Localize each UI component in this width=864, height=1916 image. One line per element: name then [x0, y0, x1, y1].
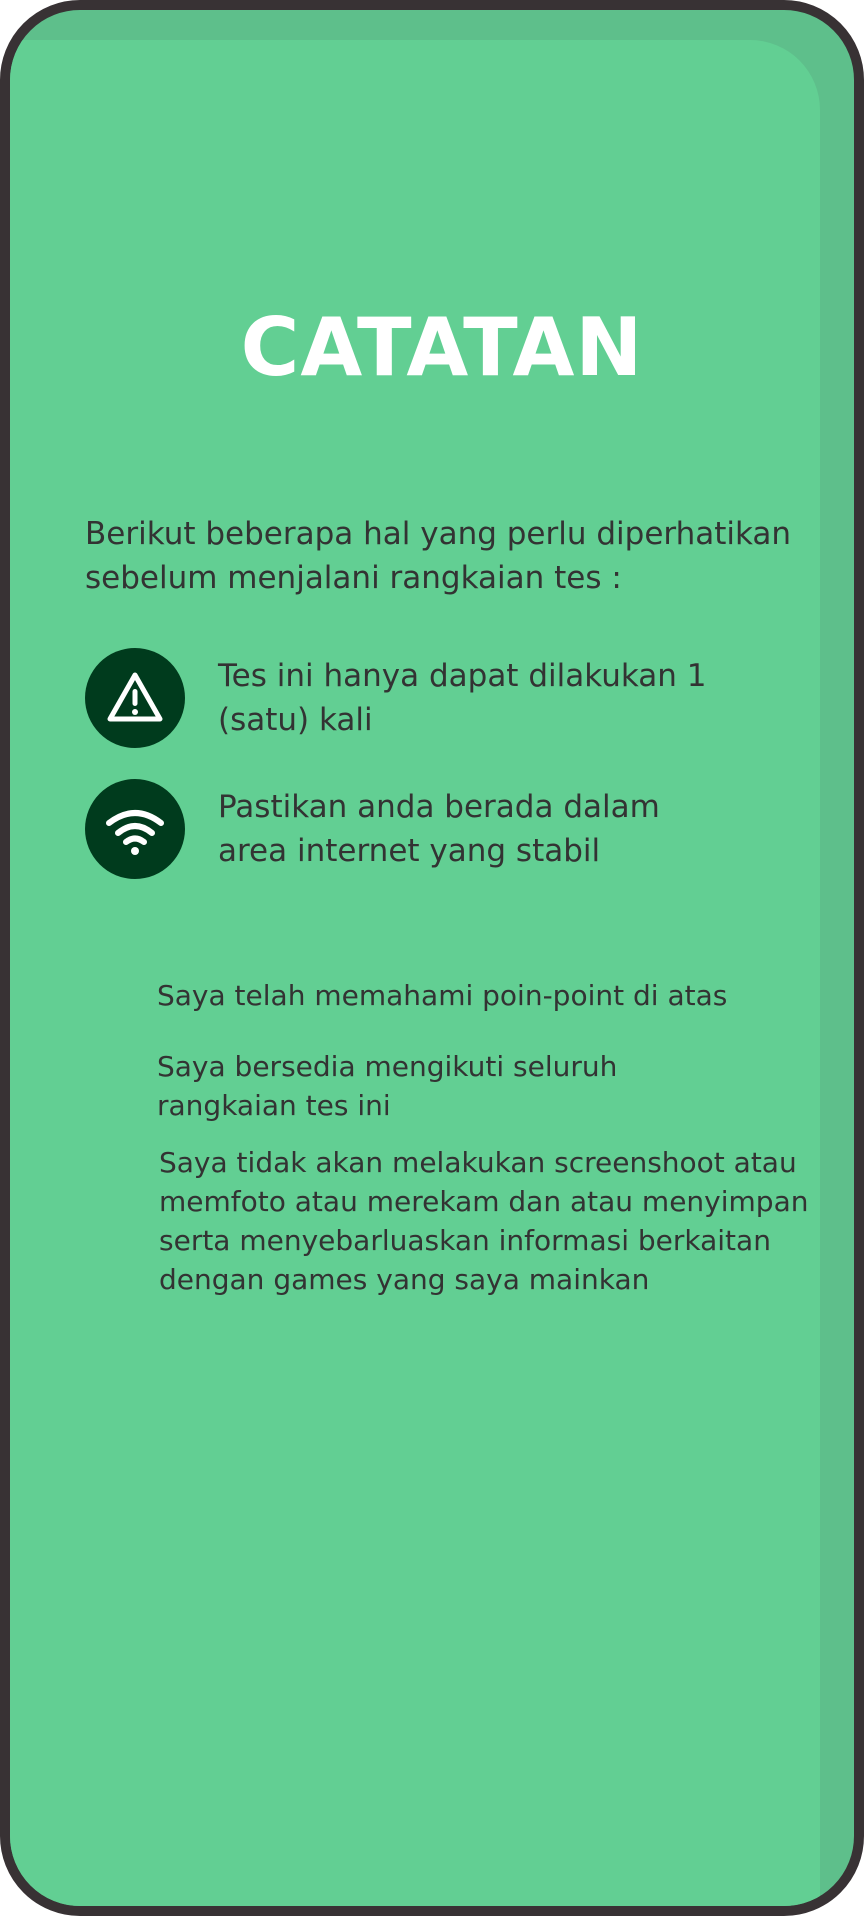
page-title: CATATAN: [240, 301, 644, 394]
agreement-understood: Saya telah memahami poin-point di atas: [157, 979, 728, 1012]
note-text: Tes ini hanya dapat dilakukan 1 (satu) k…: [218, 658, 707, 738]
phone-frame: CATATAN Berikut beberapa hal yang perlu …: [0, 0, 864, 1916]
agreement-no-screenshot: Saya tidak akan melakukan screenshoot at…: [159, 1146, 809, 1296]
note-item-stable-internet: Pastikan anda berada dalam area internet…: [85, 779, 825, 879]
warning-icon: [85, 648, 185, 748]
agreement-willing: Saya bersedia mengikuti seluruh rangkaia…: [157, 1050, 618, 1122]
intro-text: Berikut beberapa hal yang perlu diperhat…: [85, 516, 792, 596]
note-text: Pastikan anda berada dalam area internet…: [218, 789, 660, 869]
note-item-single-attempt: Tes ini hanya dapat dilakukan 1 (satu) k…: [85, 648, 825, 748]
wifi-icon: [85, 779, 185, 879]
